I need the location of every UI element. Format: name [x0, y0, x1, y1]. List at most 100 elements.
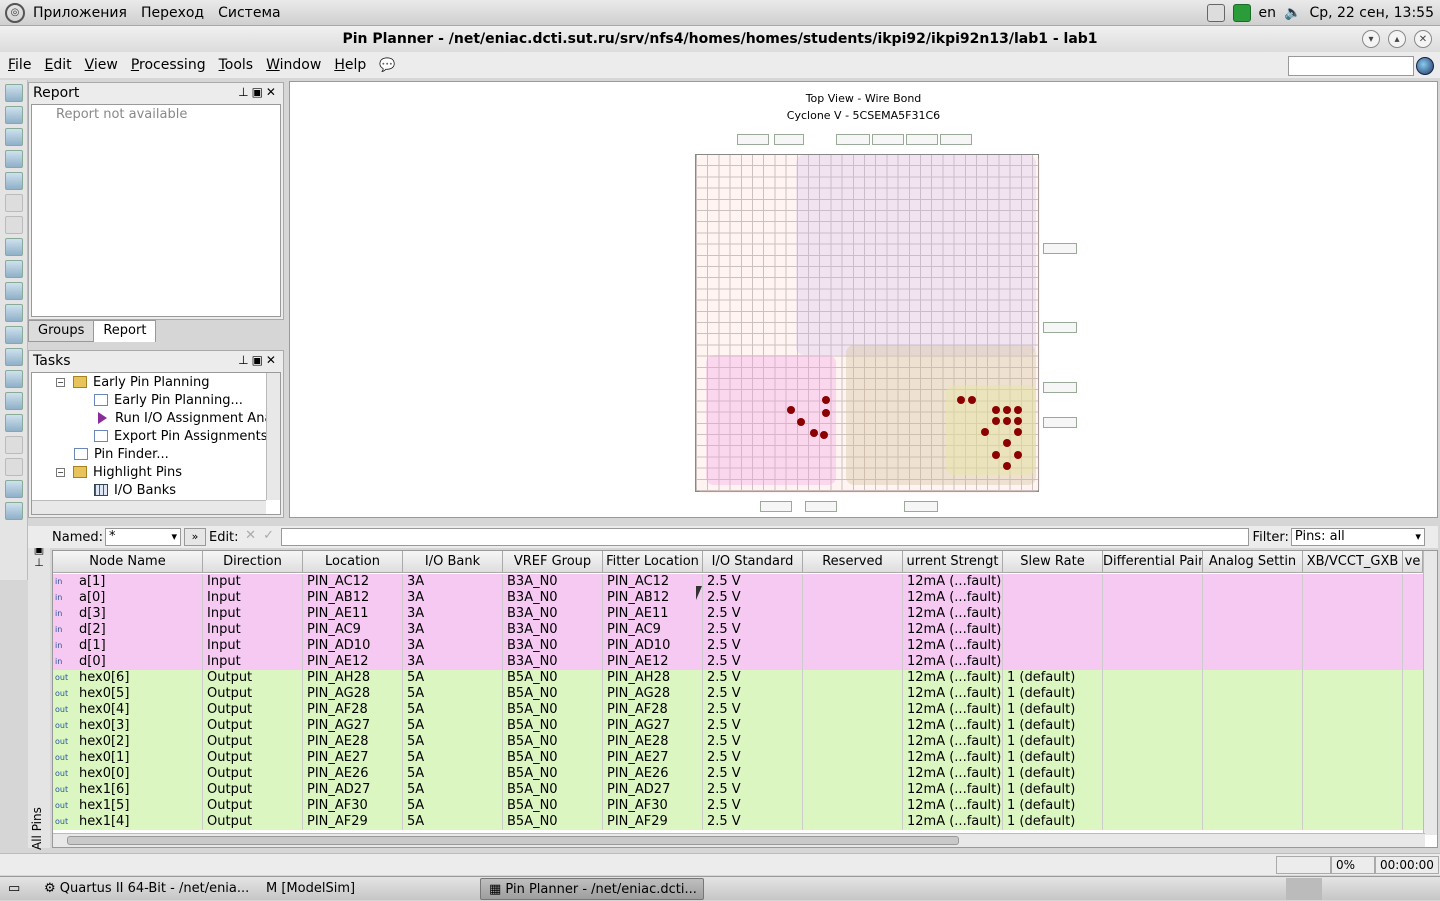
cell-bank[interactable]: 5A — [403, 702, 503, 718]
cell-direction[interactable]: Input — [203, 622, 303, 638]
cell-differential[interactable] — [1103, 686, 1203, 702]
cell-fitter[interactable]: PIN_AD10 — [603, 638, 703, 654]
cell-reserved[interactable] — [803, 638, 903, 654]
cell-node-name[interactable]: in a[0] — [53, 590, 203, 606]
cell-direction[interactable]: Output — [203, 702, 303, 718]
task-item[interactable]: Early Pin Planning... — [32, 391, 280, 409]
cell-location[interactable]: PIN_AE27 — [303, 750, 403, 766]
cell-analog[interactable] — [1203, 702, 1303, 718]
window-titlebar[interactable]: Pin Planner - /net/eniac.dcti.sut.ru/srv… — [0, 26, 1440, 52]
pin-filter-select[interactable]: Pins: all — [1290, 528, 1425, 546]
cell-current[interactable]: 12mA (...fault) — [903, 574, 1003, 590]
network-tray-icon[interactable] — [1206, 4, 1225, 22]
cell-analog[interactable] — [1203, 686, 1303, 702]
cell-vref[interactable]: B5A_N0 — [503, 814, 603, 830]
cell-current[interactable]: 12mA (...fault) — [903, 702, 1003, 718]
cell-location[interactable]: PIN_AB12 — [303, 590, 403, 606]
fit-view-icon[interactable] — [5, 172, 23, 190]
cell-analog[interactable] — [1203, 718, 1303, 734]
panel-menu-applications[interactable]: Приложения — [33, 5, 127, 21]
maximize-icon[interactable]: ▴ — [1388, 30, 1406, 48]
cell-analog[interactable] — [1203, 574, 1303, 590]
cell-slew[interactable] — [1003, 574, 1103, 590]
cell-xb[interactable] — [1303, 750, 1403, 766]
cell-xb[interactable] — [1303, 702, 1403, 718]
table-row[interactable]: in d[3] Input PIN_AE11 3A B3A_N0 PIN_AE11 2.5 V… — [53, 606, 1423, 622]
collapse-icon[interactable]: − — [56, 467, 65, 477]
cell-xb[interactable] — [1303, 766, 1403, 782]
io-banks-icon[interactable] — [5, 260, 23, 278]
cell-fitter[interactable]: PIN_AF28 — [603, 702, 703, 718]
column-header[interactable]: Differential Pair — [1103, 551, 1203, 573]
help-chat-icon[interactable]: 💬 — [379, 58, 395, 73]
column-header[interactable]: Node Name — [53, 551, 203, 573]
refresh-icon[interactable] — [5, 436, 23, 454]
show-desktop-icon[interactable]: ▭ — [0, 878, 24, 900]
cell-xb[interactable] — [1303, 654, 1403, 670]
cell-differential[interactable] — [1103, 718, 1203, 734]
cell-location[interactable]: PIN_AD27 — [303, 782, 403, 798]
cell-current[interactable]: 12mA (...fault) — [903, 670, 1003, 686]
cell-fitter[interactable]: PIN_AH28 — [603, 670, 703, 686]
cell-differential[interactable] — [1103, 654, 1203, 670]
cell-vref[interactable]: B5A_N0 — [503, 686, 603, 702]
volume-icon[interactable]: 🔈 — [1284, 5, 1301, 21]
cell-standard[interactable]: 2.5 V — [703, 670, 803, 686]
cell-direction[interactable]: Output — [203, 814, 303, 830]
hand-tool-icon[interactable] — [5, 150, 23, 168]
cell-standard[interactable]: 2.5 V — [703, 734, 803, 750]
cell-differential[interactable] — [1103, 750, 1203, 766]
cell-current[interactable]: 12mA (...fault) — [903, 782, 1003, 798]
cell-current[interactable]: 12mA (...fault) — [903, 606, 1003, 622]
cell-location[interactable]: PIN_AC9 — [303, 622, 403, 638]
column-header[interactable]: I/O Standard — [703, 551, 803, 573]
column-header[interactable]: I/O Bank — [403, 551, 503, 573]
cell-node-name[interactable]: in a[1] — [53, 574, 203, 590]
table-row[interactable]: out hex0[1] Output PIN_AE27 5A B5A_N0 PIN_AE27… — [53, 750, 1423, 766]
table-row[interactable]: in a[1] Input PIN_AC12 3A B3A_N0 PIN_AC12 2.5 V… — [53, 574, 1423, 590]
cell-reserved[interactable] — [803, 798, 903, 814]
cell-vref[interactable]: B5A_N0 — [503, 718, 603, 734]
cell-node-name[interactable]: out hex0[5] — [53, 686, 203, 702]
check-icon[interactable] — [5, 458, 23, 476]
report-icon[interactable] — [5, 282, 23, 300]
cell-direction[interactable]: Output — [203, 686, 303, 702]
cell-vref[interactable]: B3A_N0 — [503, 622, 603, 638]
chart-icon[interactable] — [5, 304, 23, 322]
cell-node-name[interactable]: in d[3] — [53, 606, 203, 622]
cancel-edit-icon[interactable]: ✕ — [242, 528, 260, 546]
menu-processing[interactable]: Processing — [131, 57, 206, 73]
clock[interactable]: Ср, 22 сен, 13:55 — [1309, 5, 1434, 21]
cell-current[interactable]: 12mA (...fault) — [903, 734, 1003, 750]
column-header[interactable]: Direction — [203, 551, 303, 573]
cell-bank[interactable]: 3A — [403, 606, 503, 622]
cell-current[interactable]: 12mA (...fault) — [903, 766, 1003, 782]
cell-direction[interactable]: Input — [203, 590, 303, 606]
column-header[interactable]: Location — [303, 551, 403, 573]
cell-differential[interactable] — [1103, 638, 1203, 654]
package-view[interactable]: Top View - Wire Bond Cyclone V - 5CSEMA5… — [289, 81, 1438, 518]
cell-slew[interactable] — [1003, 606, 1103, 622]
panel-controls-icon[interactable]: ⊥▣✕ — [238, 85, 279, 99]
search-input[interactable] — [1288, 56, 1414, 76]
cell-differential[interactable] — [1103, 606, 1203, 622]
cell-bank[interactable]: 5A — [403, 782, 503, 798]
cell-slew[interactable]: 1 (default) — [1003, 670, 1103, 686]
cell-direction[interactable]: Output — [203, 734, 303, 750]
cell-xb[interactable] — [1303, 798, 1403, 814]
menu-view[interactable]: View — [85, 57, 118, 73]
menu-edit[interactable]: Edit — [44, 57, 71, 73]
cell-reserved[interactable] — [803, 702, 903, 718]
keyboard-layout[interactable]: en — [1259, 5, 1277, 21]
cell-differential[interactable] — [1103, 734, 1203, 750]
minimize-icon[interactable]: ▾ — [1362, 30, 1380, 48]
cell-differential[interactable] — [1103, 574, 1203, 590]
taskbar-item-modelsim[interactable]: M [ModelSim] — [258, 878, 478, 900]
collapse-icon[interactable]: − — [56, 377, 65, 387]
cell-standard[interactable]: 2.5 V — [703, 782, 803, 798]
cell-slew[interactable]: 1 (default) — [1003, 734, 1103, 750]
cell-location[interactable]: PIN_AF28 — [303, 702, 403, 718]
cell-standard[interactable]: 2.5 V — [703, 590, 803, 606]
cell-analog[interactable] — [1203, 766, 1303, 782]
column-header[interactable]: XB/VCCT_GXB — [1303, 551, 1403, 573]
